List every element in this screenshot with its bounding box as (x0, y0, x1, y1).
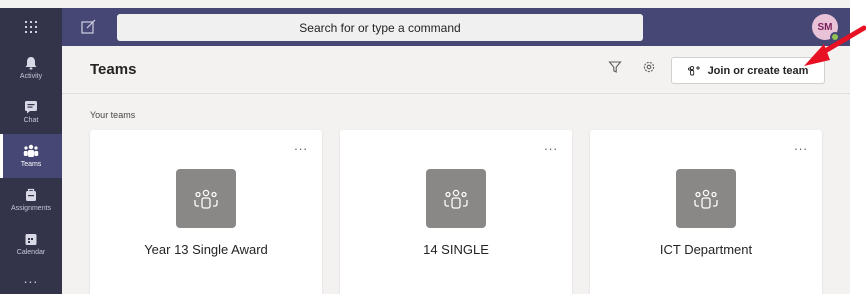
more-options-icon[interactable]: ... (794, 138, 808, 153)
search-input[interactable]: Search for or type a command (117, 14, 643, 41)
search-placeholder: Search for or type a command (299, 20, 461, 35)
app-launcher-icon (25, 21, 37, 33)
teams-header: Teams Join or create team (62, 46, 850, 94)
teams-icon (694, 189, 718, 209)
more-apps-button[interactable]: ... (0, 270, 62, 286)
rail-item-assignments[interactable]: Assignments (0, 178, 62, 222)
rail-item-chat[interactable]: Chat (0, 90, 62, 134)
team-card[interactable]: ... ICT Department (590, 130, 822, 294)
team-name: 14 SINGLE (423, 242, 489, 257)
rail-item-teams[interactable]: Teams (0, 134, 62, 178)
team-card[interactable]: ... 14 SINGLE (340, 130, 572, 294)
more-options-icon[interactable]: ... (294, 138, 308, 153)
filter-icon[interactable] (608, 60, 622, 74)
section-label: Your teams (90, 110, 136, 120)
rail-label: Activity (19, 73, 43, 80)
team-card[interactable]: ... Year 13 Single Award (90, 130, 322, 294)
app-bar: Activity Chat Teams Assignments Calendar… (0, 46, 62, 294)
app-launcher-button[interactable] (0, 8, 62, 46)
team-name: ICT Department (659, 242, 753, 257)
teams-icon (194, 189, 218, 209)
compose-icon[interactable] (80, 18, 98, 36)
chat-icon (25, 101, 37, 114)
top-bar: Search for or type a command SM (0, 8, 850, 46)
more-options-icon[interactable]: ... (544, 138, 558, 153)
rail-label: Calendar (16, 249, 46, 256)
team-avatar (426, 169, 486, 228)
rail-label: Chat (23, 117, 39, 124)
team-avatar (676, 169, 736, 228)
calendar-icon (25, 234, 37, 245)
annotation-arrow-icon (804, 25, 866, 66)
page-title: Teams (90, 61, 137, 78)
rail-label: Teams (20, 161, 42, 168)
more-apps-label: ... (23, 270, 39, 286)
bell-icon (25, 57, 37, 70)
gear-icon[interactable] (642, 60, 656, 74)
teams-window: Search for or type a command SM Activity… (0, 0, 850, 294)
rail-item-activity[interactable]: Activity (0, 46, 62, 90)
team-name: Year 13 Single Award (144, 242, 268, 257)
rail-item-calendar[interactable]: Calendar (0, 222, 62, 266)
teams-icon (23, 144, 39, 157)
add-team-icon (687, 65, 700, 76)
teams-icon (444, 189, 468, 209)
assignments-icon (26, 188, 36, 201)
team-avatar (176, 169, 236, 228)
rail-label: Assignments (10, 205, 52, 212)
